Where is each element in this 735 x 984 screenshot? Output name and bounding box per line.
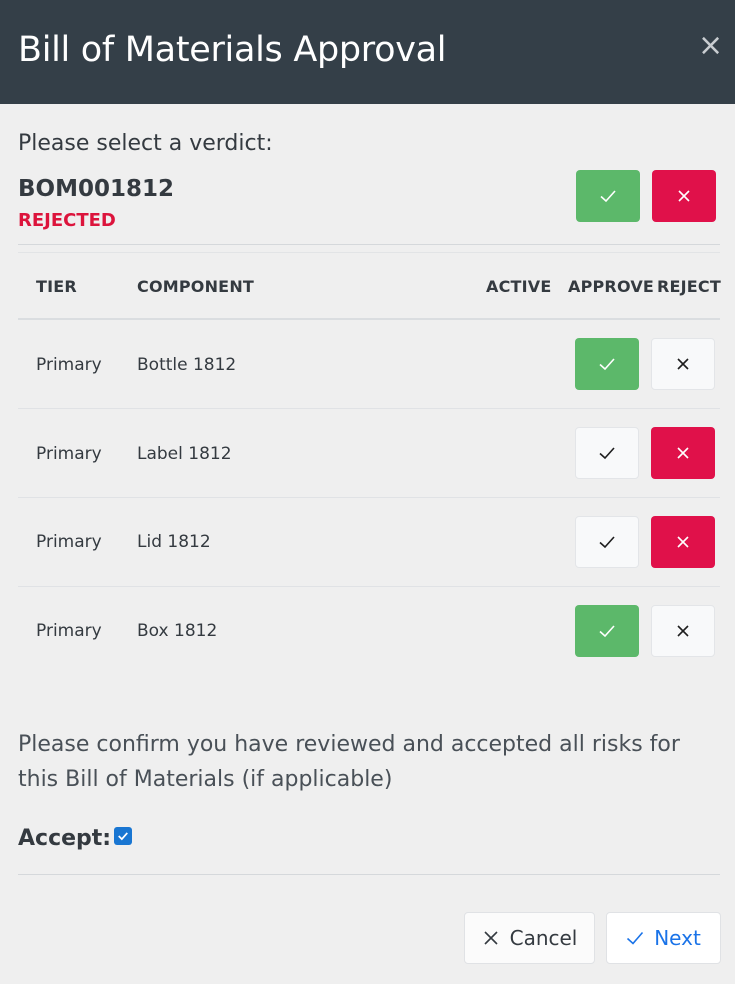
component-cell: Label 1812 bbox=[137, 444, 232, 464]
status-badge: REJECTED bbox=[18, 210, 116, 231]
tier-cell: Primary bbox=[36, 355, 102, 375]
close-icon bbox=[677, 358, 689, 370]
tier-cell: Primary bbox=[36, 532, 102, 552]
close-icon bbox=[484, 931, 498, 945]
close-icon bbox=[677, 447, 689, 459]
next-button[interactable]: Next bbox=[606, 912, 721, 964]
row-divider bbox=[18, 497, 720, 498]
cancel-label: Cancel bbox=[509, 926, 578, 950]
row-divider bbox=[18, 586, 720, 587]
cancel-button[interactable]: Cancel bbox=[464, 912, 595, 964]
footer-divider bbox=[18, 874, 720, 875]
reject-bom-button[interactable] bbox=[652, 170, 716, 222]
bom-id: BOM001812 bbox=[18, 176, 174, 202]
approve-row-button[interactable] bbox=[575, 338, 639, 390]
approve-row-button[interactable] bbox=[575, 427, 639, 479]
check-icon bbox=[599, 447, 615, 460]
check-icon bbox=[599, 536, 615, 549]
component-cell: Box 1812 bbox=[137, 621, 218, 641]
approve-row-button[interactable] bbox=[575, 605, 639, 657]
dialog-header: Bill of Materials Approval × bbox=[0, 0, 735, 104]
next-label: Next bbox=[654, 926, 701, 950]
accept-checkbox[interactable] bbox=[114, 827, 132, 845]
check-icon bbox=[599, 358, 615, 371]
check-icon bbox=[627, 931, 644, 945]
confirmation-text: Please confirm you have reviewed and acc… bbox=[18, 732, 680, 792]
reject-row-button[interactable] bbox=[651, 338, 715, 390]
close-icon[interactable]: × bbox=[698, 31, 723, 61]
column-header-component: COMPONENT bbox=[137, 277, 255, 296]
close-icon bbox=[677, 625, 689, 637]
tier-cell: Primary bbox=[36, 444, 102, 464]
dialog-title: Bill of Materials Approval bbox=[18, 30, 447, 70]
check-icon bbox=[599, 625, 615, 638]
close-icon bbox=[677, 536, 689, 548]
verdict-prompt: Please select a verdict: bbox=[18, 131, 273, 156]
reject-row-button[interactable] bbox=[651, 516, 715, 568]
column-header-tier: TIER bbox=[36, 277, 77, 296]
approve-row-button[interactable] bbox=[575, 516, 639, 568]
reject-row-button[interactable] bbox=[651, 427, 715, 479]
check-icon bbox=[118, 832, 128, 841]
divider bbox=[18, 252, 720, 253]
divider bbox=[18, 244, 720, 245]
component-cell: Lid 1812 bbox=[137, 532, 211, 552]
accept-label: Accept: bbox=[18, 826, 112, 851]
tier-cell: Primary bbox=[36, 621, 102, 641]
component-cell: Bottle 1812 bbox=[137, 355, 237, 375]
close-icon bbox=[678, 190, 690, 202]
check-icon bbox=[600, 190, 616, 203]
header-divider bbox=[18, 318, 720, 320]
row-divider bbox=[18, 408, 720, 409]
column-header-active: ACTIVE bbox=[486, 277, 552, 296]
reject-row-button[interactable] bbox=[651, 605, 715, 657]
approve-bom-button[interactable] bbox=[576, 170, 640, 222]
column-header-approve: APPROVE bbox=[568, 277, 655, 296]
column-header-reject: REJECT bbox=[657, 277, 721, 296]
